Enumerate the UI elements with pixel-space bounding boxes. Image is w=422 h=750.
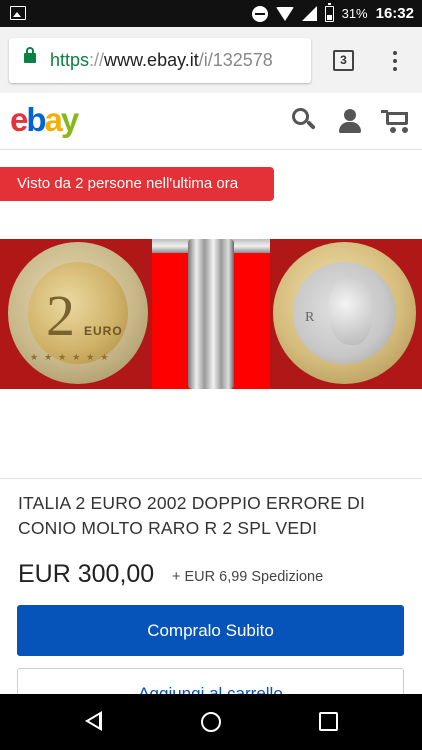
item-price: EUR 300,00 <box>18 560 155 588</box>
browser-toolbar: https://www.ebay.it/i/132578 3 <box>0 27 422 93</box>
cellular-signal-icon <box>301 6 317 21</box>
status-bar: 31% 16:32 <box>0 0 422 27</box>
coin-obverse-image: 2 EURO ★★★★★★ <box>8 242 148 384</box>
dante-portrait <box>328 277 372 345</box>
shopping-cart-icon[interactable] <box>381 109 411 133</box>
logo-letter-e: e <box>10 101 28 138</box>
clock: 16:32 <box>375 5 414 22</box>
coin-edge-image <box>188 239 234 389</box>
url-path: /i/132578 <box>198 50 273 70</box>
coin-stars: ★★★★★★ <box>30 352 115 362</box>
wifi-icon <box>275 6 294 21</box>
home-icon[interactable] <box>201 712 221 732</box>
back-icon[interactable] <box>85 711 102 731</box>
url-separator: :// <box>89 50 105 70</box>
shipping-cost: + EUR 6,99 Spedizione <box>172 569 324 585</box>
battery-percent: 31% <box>341 6 368 21</box>
ebay-logo[interactable]: ebay <box>10 101 79 139</box>
url-text[interactable]: https://www.ebay.it/i/132578 <box>50 50 273 71</box>
buy-now-button[interactable]: Compralo Subito <box>17 605 404 656</box>
url-scheme: https <box>50 50 90 70</box>
url-host: www.ebay.it <box>104 50 199 70</box>
lock-icon <box>24 47 36 63</box>
site-header: ebay <box>0 93 422 150</box>
overflow-menu-icon[interactable] <box>392 51 398 73</box>
item-image-gallery[interactable]: 2 EURO ★★★★★★ R <box>0 239 422 389</box>
logo-letter-b: b <box>26 101 46 138</box>
coin-denomination: 2 <box>46 283 75 348</box>
do-not-disturb-icon <box>251 5 268 22</box>
tab-switcher-button[interactable]: 3 <box>333 50 354 71</box>
watchers-notice-badge: Visto da 2 persone nell'ultima ora <box>0 167 274 201</box>
recent-apps-icon[interactable] <box>319 712 338 731</box>
image-notification-icon <box>10 6 26 20</box>
logo-letter-a: a <box>44 101 63 138</box>
system-navigation-bar <box>0 694 422 750</box>
item-title: ITALIA 2 EURO 2002 DOPPIO ERRORE DI CONI… <box>18 493 366 538</box>
search-icon[interactable] <box>292 108 316 132</box>
coin-euro-label: EURO <box>84 324 123 338</box>
coin-reverse-image: R <box>273 242 416 384</box>
logo-letter-y: y <box>60 101 79 138</box>
status-bar-indicators: 31% 16:32 <box>251 0 414 27</box>
user-account-icon[interactable] <box>338 109 362 133</box>
coin-mint-mark: R <box>305 310 315 325</box>
address-bar[interactable]: https://www.ebay.it/i/132578 <box>9 38 311 83</box>
battery-icon <box>324 2 334 22</box>
section-divider <box>0 478 422 479</box>
